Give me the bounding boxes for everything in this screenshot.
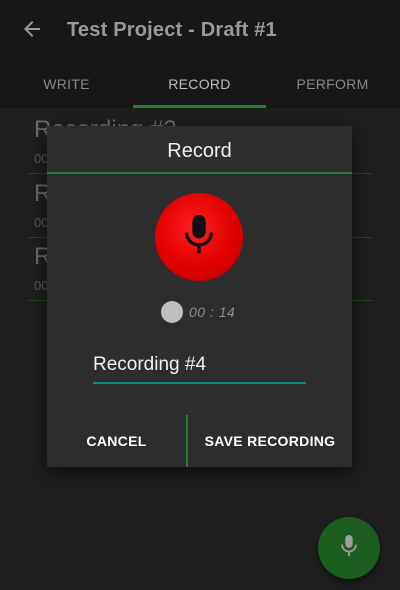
app-bar: Test Project - Draft #1 WRITE RECORD PER… xyxy=(0,0,400,108)
recording-status-dot xyxy=(161,301,183,323)
save-recording-button[interactable]: SAVE RECORDING xyxy=(188,415,352,467)
microphone-icon xyxy=(338,533,360,564)
tab-write[interactable]: WRITE xyxy=(0,76,133,92)
dialog-title: Record xyxy=(167,140,232,162)
page-title: Test Project - Draft #1 xyxy=(67,19,277,41)
recording-timer: 00 : 14 xyxy=(189,304,236,320)
dialog-title-divider xyxy=(47,172,352,174)
tab-indicator xyxy=(133,105,266,108)
back-arrow-icon[interactable] xyxy=(20,17,44,41)
tab-perform[interactable]: PERFORM xyxy=(266,76,399,92)
record-button[interactable] xyxy=(155,193,243,281)
recording-name-field[interactable]: Recording #4 xyxy=(93,354,306,384)
record-dialog: Record 00 : 14 Recording #4 CANCEL SAVE … xyxy=(47,126,352,467)
record-fab[interactable] xyxy=(318,517,380,579)
tab-record[interactable]: RECORD xyxy=(133,76,266,92)
microphone-icon xyxy=(179,213,219,262)
cancel-button[interactable]: CANCEL xyxy=(47,415,186,467)
